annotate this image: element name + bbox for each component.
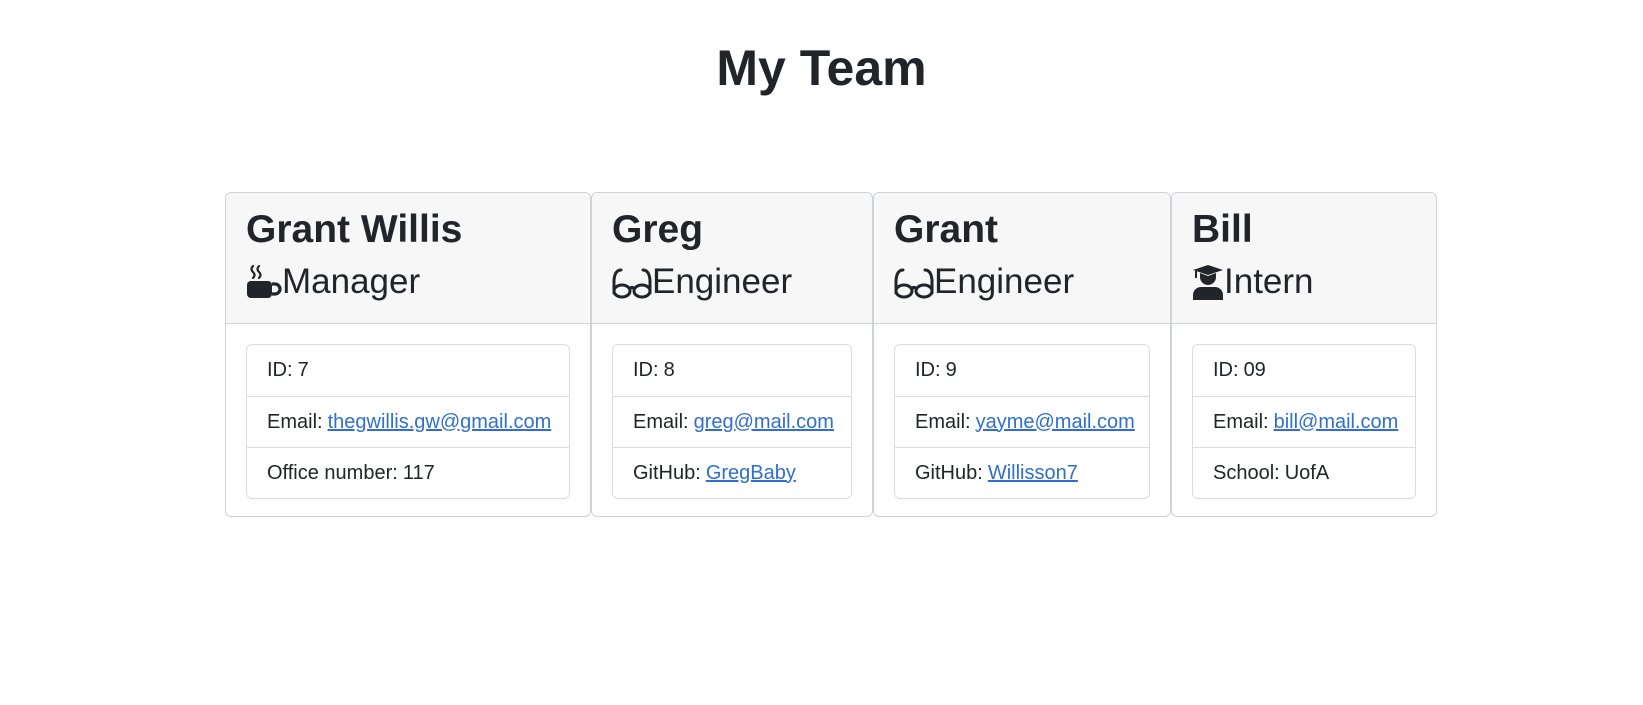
id-label: ID:	[633, 359, 659, 381]
github-label: GitHub:	[633, 461, 701, 484]
employee-role: Intern	[1192, 259, 1416, 305]
github-label: GitHub:	[915, 461, 983, 484]
id-label: ID:	[267, 359, 293, 381]
card-body: ID: 8 Email: greg@mail.com GitHub: GregB…	[592, 324, 872, 516]
role-label: Manager	[282, 262, 421, 301]
office-number-label: Office number:	[267, 461, 398, 484]
employee-role: Manager	[246, 259, 570, 305]
email-row: Email: bill@mail.com	[1193, 396, 1415, 447]
email-row: Email: greg@mail.com	[613, 396, 851, 447]
page-title: My Team	[716, 40, 927, 96]
card-header: Grant Engineer	[874, 193, 1170, 324]
employee-info-list: ID: 8 Email: greg@mail.com GitHub: GregB…	[612, 344, 852, 499]
email-label: Email:	[633, 410, 689, 433]
email-link[interactable]: yayme@mail.com	[976, 411, 1135, 434]
employee-info-list: ID: 09 Email: bill@mail.com School: UofA	[1192, 344, 1416, 499]
employee-card-engineer: Greg Engineer ID: 8 Email: greg@mail.com…	[591, 192, 873, 517]
graduate-icon	[1192, 264, 1224, 300]
employee-info-list: ID: 9 Email: yayme@mail.com GitHub: Will…	[894, 344, 1150, 499]
email-link[interactable]: greg@mail.com	[694, 411, 834, 434]
employee-name: Bill	[1192, 208, 1253, 251]
id-value: 09	[1243, 359, 1266, 381]
id-row: ID: 8	[613, 345, 851, 396]
card-header: Grant Willis Manager	[226, 193, 590, 324]
github-row: GitHub: Willisson7	[895, 447, 1149, 498]
email-link[interactable]: bill@mail.com	[1274, 411, 1399, 434]
employee-card-engineer: Grant Engineer ID: 9 Email: yayme@mail.c…	[873, 192, 1171, 517]
id-value: 8	[663, 359, 675, 381]
id-row: ID: 7	[247, 345, 569, 396]
id-label: ID:	[915, 359, 941, 381]
email-label: Email:	[267, 410, 323, 433]
office-number-value: 117	[402, 461, 435, 484]
glasses-icon	[612, 264, 652, 300]
email-row: Email: thegwillis.gw@gmail.com	[247, 396, 569, 447]
role-label: Intern	[1224, 262, 1314, 301]
email-label: Email:	[915, 410, 971, 433]
github-link[interactable]: Willisson7	[988, 462, 1078, 485]
id-row: ID: 9	[895, 345, 1149, 396]
school-value: UofA	[1284, 461, 1330, 484]
office-number-row: Office number: 117	[247, 447, 569, 498]
employee-role: Engineer	[894, 259, 1150, 305]
team-cards-row: Grant Willis Manager ID: 7 Email: thegwi…	[225, 192, 1437, 517]
card-header: Bill Intern	[1172, 193, 1436, 324]
card-header: Greg Engineer	[592, 193, 872, 324]
glasses-icon	[894, 264, 934, 300]
card-body: ID: 9 Email: yayme@mail.com GitHub: Will…	[874, 324, 1170, 516]
github-link[interactable]: GregBaby	[706, 462, 796, 485]
email-label: Email:	[1213, 410, 1269, 433]
email-row: Email: yayme@mail.com	[895, 396, 1149, 447]
mug-hot-icon	[246, 264, 282, 300]
email-link[interactable]: thegwillis.gw@gmail.com	[328, 411, 552, 434]
employee-card-intern: Bill Intern ID: 09 Email: bill@mail.com …	[1171, 192, 1437, 517]
role-label: Engineer	[934, 262, 1075, 301]
id-value: 9	[945, 359, 957, 381]
card-body: ID: 7 Email: thegwillis.gw@gmail.com Off…	[226, 324, 590, 516]
id-label: ID:	[1213, 359, 1239, 381]
role-label: Engineer	[652, 262, 793, 301]
id-row: ID: 09	[1193, 345, 1415, 396]
employee-name: Greg	[612, 208, 704, 251]
school-label: School:	[1213, 461, 1280, 484]
card-body: ID: 09 Email: bill@mail.com School: UofA	[1172, 324, 1436, 516]
employee-name: Grant	[894, 208, 999, 251]
employee-card-manager: Grant Willis Manager ID: 7 Email: thegwi…	[225, 192, 591, 517]
school-row: School: UofA	[1193, 447, 1415, 498]
employee-name: Grant Willis	[246, 208, 463, 251]
employee-info-list: ID: 7 Email: thegwillis.gw@gmail.com Off…	[246, 344, 570, 499]
employee-role: Engineer	[612, 259, 852, 305]
github-row: GitHub: GregBaby	[613, 447, 851, 498]
id-value: 7	[297, 359, 309, 381]
